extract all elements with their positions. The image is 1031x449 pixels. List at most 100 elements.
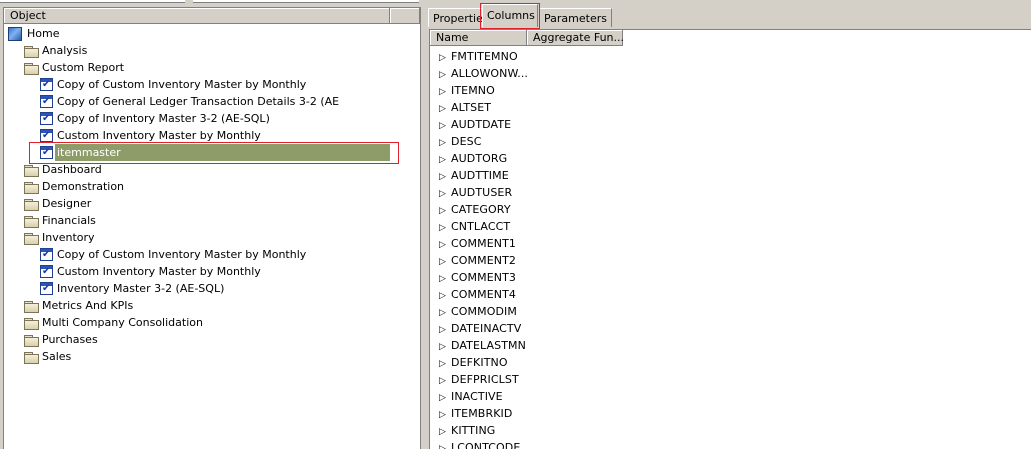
column-item[interactable]: ▷ DEFPRICLST (439, 371, 519, 388)
tree-item-label: Inventory (42, 231, 95, 244)
object-header-label: Object (10, 9, 46, 22)
column-name-label: INACTIVE (451, 390, 503, 403)
column-item[interactable]: ▷ COMMENT2 (439, 252, 516, 269)
tree-folder-item[interactable]: Inventory (24, 229, 95, 246)
column-name-label: DEFPRICLST (451, 373, 519, 386)
column-name-label: COMMENT2 (451, 254, 517, 267)
column-header-aggregate[interactable]: Aggregate Fun... (527, 30, 624, 46)
tree-item-label: Analysis (42, 44, 88, 57)
column-item[interactable]: ▷ COMMODIM (439, 303, 517, 320)
column-name-label: DATELASTMN (451, 339, 526, 352)
column-name-label: AUDTORG (451, 152, 508, 165)
column-item[interactable]: ▷ DEFKITNO (439, 354, 508, 371)
column-item[interactable]: ▷ ALLOWONW... (439, 65, 528, 82)
tree-item-label: Sales (42, 350, 72, 363)
tree-folder-item[interactable]: Sales (24, 348, 71, 365)
column-item[interactable]: ▷ AUDTTIME (439, 167, 509, 184)
tab-parameters[interactable]: Parameters (539, 8, 612, 27)
tree-folder-item[interactable]: Designer (24, 195, 91, 212)
tree-item-label: Copy of Custom Inventory Master by Month… (57, 78, 307, 91)
folder-icon (24, 300, 39, 313)
column-item[interactable]: ▷ AUDTUSER (439, 184, 512, 201)
column-item[interactable]: ▷ AUDTORG (439, 150, 507, 167)
column-header-name[interactable]: Name (430, 30, 527, 46)
tree-report-item[interactable]: Copy of General Ledger Transaction Detai… (40, 93, 339, 110)
object-column-header[interactable]: Object (4, 8, 390, 24)
folder-icon (24, 164, 39, 177)
folder-icon (24, 198, 39, 211)
tree-item-label: Multi Company Consolidation (42, 316, 203, 329)
tree-item-label: Copy of Custom Inventory Master by Month… (57, 248, 307, 261)
tree-item-label: Home (27, 27, 60, 40)
tree-folder-item[interactable]: Demonstration (24, 178, 124, 195)
tree-item-label: Financials (42, 214, 96, 227)
report-icon (40, 129, 53, 142)
folder-icon (24, 181, 39, 194)
column-name-label: COMMENT1 (451, 237, 517, 250)
tab-highlight-outline (480, 3, 540, 29)
tree-item-label: Copy of Inventory Master 3-2 (AE-SQL) (57, 112, 270, 125)
tree-item-label: Inventory Master 3-2 (AE-SQL) (57, 282, 225, 295)
tree-folder-item[interactable]: Custom Report (24, 59, 124, 76)
column-name-label: ALTSET (451, 101, 492, 114)
column-name-label: ITEMNO (451, 84, 495, 97)
folder-icon (24, 45, 39, 58)
toolbar-field-left[interactable] (0, 0, 185, 3)
folder-icon (24, 215, 39, 228)
tree-folder-item[interactable]: Financials (24, 212, 96, 229)
tree-item-label: Purchases (42, 333, 98, 346)
column-item[interactable]: ▷ DATELASTMN (439, 337, 526, 354)
tree-folder-item[interactable]: Metrics And KPIs (24, 297, 133, 314)
column-name-label: AUDTUSER (451, 186, 513, 199)
column-item[interactable]: ▷ DESC (439, 133, 481, 150)
toolbar-field-right[interactable] (193, 0, 419, 3)
report-icon (40, 265, 53, 278)
column-item[interactable]: ▷ CNTLACCT (439, 218, 510, 235)
tree-report-item[interactable]: Copy of Custom Inventory Master by Month… (40, 76, 306, 93)
column-item[interactable]: ▷ COMMENT1 (439, 235, 516, 252)
tree-home-item[interactable]: Home (8, 25, 59, 42)
tree-report-item[interactable]: itemmaster (40, 144, 390, 161)
column-header-name-label: Name (436, 31, 469, 44)
report-icon (40, 146, 53, 159)
tree-folder-item[interactable]: Purchases (24, 331, 98, 348)
column-item[interactable]: ▷ INACTIVE (439, 388, 503, 405)
tab-parameters-label: Parameters (544, 12, 607, 25)
column-item[interactable]: ▷ ALTSET (439, 99, 491, 116)
tree-report-item[interactable]: Copy of Inventory Master 3-2 (AE-SQL) (40, 110, 270, 127)
object-tree-panel: Object Home Analysis Custom Report Copy of … (3, 7, 421, 449)
column-item[interactable]: ▷ ITEMBRKID (439, 405, 512, 422)
tree-folder-item[interactable]: Analysis (24, 42, 87, 59)
tree-item-label: Demonstration (42, 180, 125, 193)
column-item[interactable]: ▷ AUDTDATE (439, 116, 511, 133)
column-header-aggregate-label: Aggregate Fun... (533, 31, 624, 44)
column-name-label: COMMENT3 (451, 271, 517, 284)
column-item[interactable]: ▷ CATEGORY (439, 201, 511, 218)
report-icon (40, 112, 53, 125)
tree-item-label: Copy of General Ledger Transaction Detai… (57, 95, 340, 108)
tree-report-item[interactable]: Custom Inventory Master by Monthly (40, 263, 261, 280)
folder-icon (24, 317, 39, 330)
report-icon (40, 95, 53, 108)
folder-icon (24, 232, 39, 245)
column-name-label: ITEMBRKID (451, 407, 513, 420)
column-item[interactable]: ▷ KITTING (439, 422, 495, 439)
tree-item-label: Custom Inventory Master by Monthly (57, 265, 261, 278)
column-name-label: AUDTDATE (451, 118, 512, 131)
column-item[interactable]: ▷ ITEMNO (439, 82, 495, 99)
folder-icon (24, 334, 39, 347)
tree-item-label: Custom Report (42, 61, 125, 74)
report-icon (40, 248, 53, 261)
column-name-label: CATEGORY (451, 203, 511, 216)
tree-folder-item[interactable]: Dashboard (24, 161, 102, 178)
column-item[interactable]: ▷ DATEINACTV (439, 320, 521, 337)
column-item[interactable]: ▷ FMTITEMNO (439, 48, 518, 65)
tree-folder-item[interactable]: Multi Company Consolidation (24, 314, 203, 331)
tree-item-label: Dashboard (42, 163, 102, 176)
column-item[interactable]: ▷ COMMENT3 (439, 269, 516, 286)
header-spacer (390, 8, 420, 24)
column-name-label: AUDTTIME (451, 169, 509, 182)
tree-report-item[interactable]: Copy of Custom Inventory Master by Month… (40, 246, 306, 263)
column-item[interactable]: ▷ COMMENT4 (439, 286, 516, 303)
tree-report-item[interactable]: Inventory Master 3-2 (AE-SQL) (40, 280, 224, 297)
